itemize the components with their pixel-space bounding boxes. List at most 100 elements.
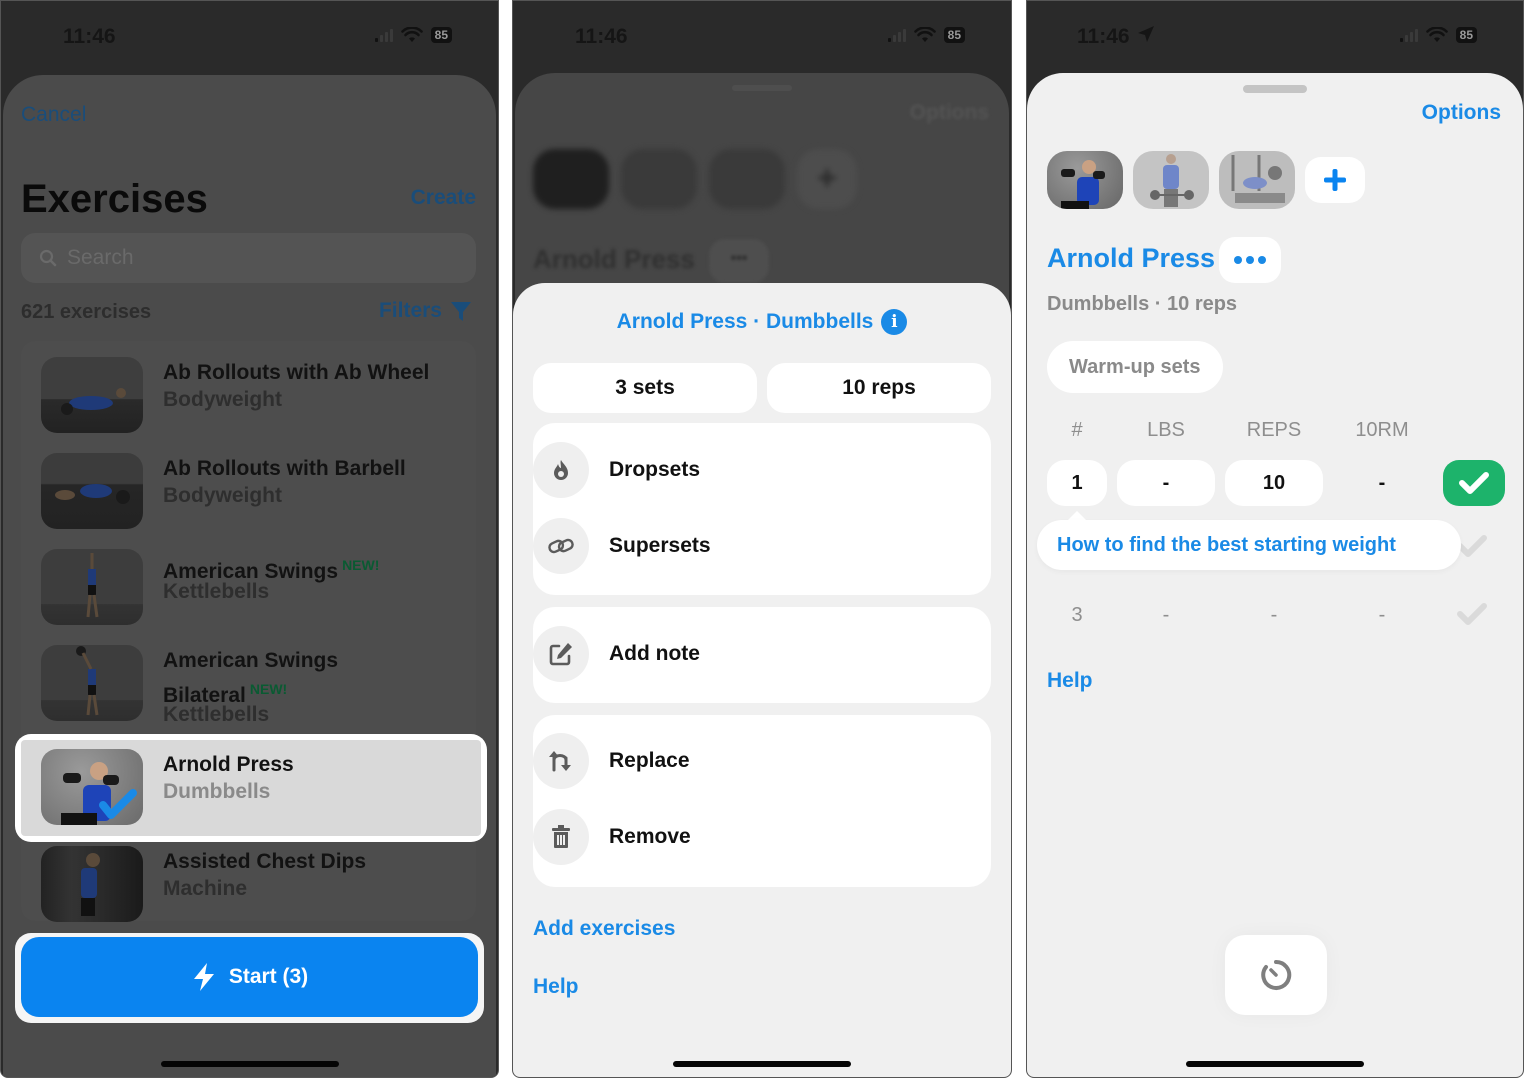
set-3-lbs-input[interactable]: -	[1117, 592, 1215, 638]
background-options-link: Options	[909, 101, 989, 124]
exercise-item-american-swings-bilateral[interactable]: American Swings Bilateral NEW! Kettlebells	[21, 645, 498, 735]
more-icon: •••	[709, 239, 769, 283]
workout-sheet: Options Arnold Press Dumbbells · 10 reps…	[1027, 73, 1523, 1077]
exercise-equipment: Machine	[163, 877, 248, 900]
home-indicator	[1186, 1061, 1364, 1067]
filters-label: Filters	[378, 299, 442, 322]
exercise-equipment: Kettlebells	[163, 703, 270, 726]
wifi-icon	[1425, 27, 1448, 42]
add-exercise-button[interactable]	[1305, 157, 1365, 203]
help-link[interactable]: Help	[533, 975, 579, 999]
exercise-options-screen: 11:46 85 Options + Arnold Press ••• Arno…	[512, 0, 1012, 1078]
set-1-reps-input[interactable]: 10	[1225, 460, 1323, 506]
column-header-reps: REPS	[1246, 419, 1302, 441]
create-button[interactable]: Create	[411, 186, 476, 210]
options-button[interactable]: Options	[1422, 101, 1501, 125]
sets-selector[interactable]: 3 sets	[533, 363, 757, 413]
exercise-thumbnail	[41, 645, 143, 721]
sheet-handle[interactable]	[1243, 85, 1307, 93]
thumbnail	[709, 149, 785, 209]
set-3-number[interactable]: 3	[1047, 592, 1107, 638]
remove-menu-item[interactable]: Remove	[533, 808, 991, 866]
warmup-sets-button[interactable]: Warm-up sets	[1047, 341, 1223, 393]
exercise-name: American Swings Bilateral NEW!	[163, 649, 339, 707]
supersets-menu-item[interactable]: Supersets	[533, 517, 991, 575]
exercise-thumbnails	[1047, 151, 1365, 209]
cellular-signal-icon	[1399, 28, 1418, 42]
status-time: 11:46	[575, 25, 628, 48]
sheet-title: Arnold Press · Dumbbells	[616, 310, 874, 333]
exercise-equipment: Bodyweight	[163, 388, 282, 411]
thumbnail	[533, 149, 609, 209]
home-indicator	[673, 1061, 851, 1067]
exercise-thumbnail-arnold-press[interactable]	[1047, 151, 1123, 209]
status-time: 11:46	[1077, 25, 1155, 49]
location-arrow-icon	[1138, 26, 1155, 42]
info-icon[interactable]: i	[881, 309, 908, 335]
status-icons: 85	[1399, 27, 1477, 43]
add-exercises-link[interactable]: Add exercises	[533, 917, 675, 941]
replace-menu-item[interactable]: Replace	[533, 732, 991, 790]
edit-note-icon	[533, 626, 589, 682]
plus-icon	[1324, 169, 1346, 191]
cellular-signal-icon	[887, 28, 906, 42]
starting-weight-tip[interactable]: How to find the best starting weight	[1037, 520, 1461, 570]
sheet-handle	[732, 85, 792, 91]
thumbnail	[621, 149, 697, 209]
exercise-title[interactable]: Arnold Press	[1047, 243, 1215, 274]
exercise-item-arnold-press[interactable]: Arnold Press Dumbbells	[21, 749, 498, 839]
add-note-menu-item[interactable]: Add note	[533, 625, 991, 683]
status-icons: 85	[374, 27, 452, 43]
exercise-thumbnail	[41, 846, 143, 922]
swap-arrows-icon	[533, 733, 589, 789]
link-icon	[533, 518, 589, 574]
flame-icon	[533, 442, 589, 498]
battery-indicator: 85	[943, 27, 965, 43]
rest-timer-button[interactable]	[1225, 935, 1327, 1015]
sheet-header[interactable]: Arnold Press · Dumbbells i	[513, 309, 1011, 335]
exercise-name: Ab Rollouts with Barbell	[163, 457, 406, 480]
start-label: Start (3)	[228, 965, 309, 988]
set-3-10rm: -	[1378, 603, 1386, 626]
search-input[interactable]: Search	[21, 233, 476, 283]
filters-button[interactable]: Filters	[379, 299, 472, 323]
filter-funnel-icon	[451, 302, 471, 321]
exercise-picker-screen: 11:46 85 Cancel Exercises Create Search …	[0, 0, 499, 1078]
set-1-10rm: -	[1378, 471, 1386, 494]
reps-selector[interactable]: 10 reps	[767, 363, 991, 413]
exercise-thumbnail-3[interactable]	[1219, 151, 1295, 209]
dropsets-menu-item[interactable]: Dropsets	[533, 441, 991, 499]
workout-exercise-screen: 11:46 85 Options Arnold Press Dumbbells …	[1026, 0, 1524, 1078]
exercise-equipment: Kettlebells	[163, 580, 270, 603]
new-badge: NEW!	[342, 557, 380, 573]
start-button-container: Start (3)	[15, 933, 484, 1023]
start-workout-button[interactable]: Start (3)	[21, 937, 478, 1017]
exercise-name: Arnold Press	[163, 753, 294, 776]
set-1-number[interactable]: 1	[1047, 460, 1107, 506]
exercise-name: Ab Rollouts with Ab Wheel	[163, 361, 430, 384]
set-3-checkmark-icon[interactable]	[1455, 601, 1489, 627]
search-icon	[39, 249, 57, 267]
trash-icon	[533, 809, 589, 865]
exercise-name: Assisted Chest Dips	[163, 850, 367, 873]
new-badge: NEW!	[249, 681, 288, 697]
cancel-button[interactable]: Cancel	[21, 103, 86, 127]
battery-indicator: 85	[1455, 27, 1477, 43]
exercise-item-assisted-chest-dips[interactable]: Assisted Chest Dips Machine	[21, 846, 498, 936]
exercise-item-american-swings[interactable]: American Swings NEW! Kettlebells	[21, 549, 498, 639]
exercise-thumbnail	[41, 357, 143, 433]
exercise-thumbnail	[41, 453, 143, 529]
more-options-button[interactable]	[1219, 237, 1281, 283]
exercise-item-ab-wheel[interactable]: Ab Rollouts with Ab Wheel Bodyweight	[21, 357, 498, 447]
wifi-icon	[400, 27, 423, 42]
set-3-reps-input[interactable]: -	[1225, 592, 1323, 638]
help-link[interactable]: Help	[1047, 669, 1093, 693]
exercise-item-barbell-rollout[interactable]: Ab Rollouts with Barbell Bodyweight	[21, 453, 498, 543]
background-thumbnails: +	[533, 149, 857, 209]
page-title: Exercises	[21, 177, 208, 221]
exercise-thumbnail-2[interactable]	[1133, 151, 1209, 209]
set-1-complete-checkbox[interactable]	[1443, 460, 1505, 506]
set-1-lbs-input[interactable]: -	[1117, 460, 1215, 506]
exercise-subtitle: Dumbbells · 10 reps	[1047, 293, 1238, 315]
exercise-thumbnail	[41, 749, 143, 825]
